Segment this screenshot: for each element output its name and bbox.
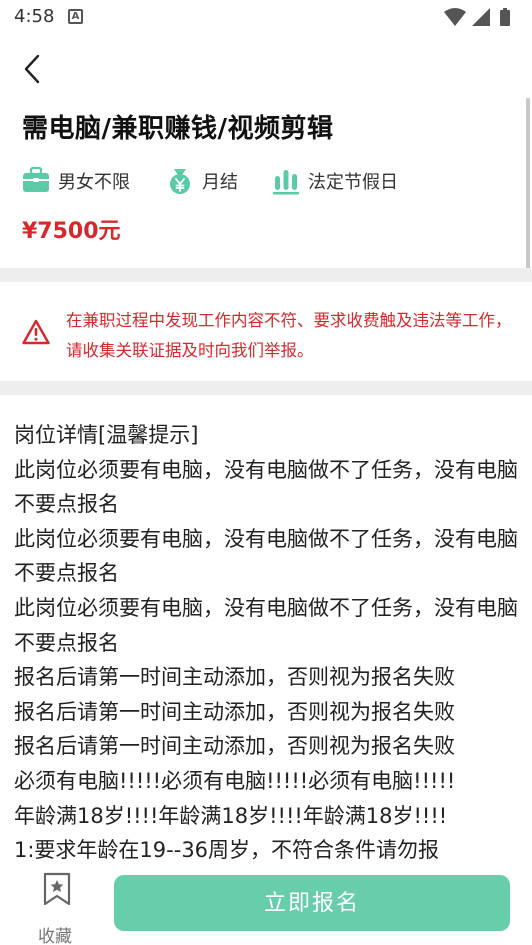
job-detail[interactable]: 岗位详情[温馨提示] 此岗位必须要有电脑，没有电脑做不了任务，没有电脑不要点报名…: [14, 418, 519, 863]
detail-line: 此岗位必须要有电脑，没有电脑做不了任务，没有电脑不要点报名: [14, 457, 518, 517]
warning-text: 在兼职过程中发现工作内容不符、要求收费触及违法等工作，请收集关联证据及时向我们举…: [66, 311, 512, 360]
warning-triangle-icon: [22, 319, 50, 349]
detail-line: 报名后请第一时间主动添加，否则视为报名失败: [14, 699, 455, 724]
tag-payment-label: 月结: [202, 172, 238, 193]
tag-holiday-label: 法定节假日: [308, 172, 398, 193]
back-arrow-icon: [24, 54, 40, 84]
back-button[interactable]: [16, 52, 50, 86]
job-title: 需电脑/兼职赚钱/视频剪辑: [22, 114, 334, 144]
favorite-label: 收藏: [38, 927, 72, 945]
section-divider: [0, 268, 532, 282]
apply-button[interactable]: 立即报名: [114, 875, 510, 931]
salary: ¥7500元: [22, 219, 121, 244]
money-bag-icon: [170, 169, 190, 194]
status-time: 4:58: [14, 6, 55, 27]
status-icons: [444, 8, 520, 32]
wifi-icon: [444, 8, 466, 26]
bottom-bar: 收藏 立即报名: [0, 862, 532, 945]
signal-icon: [472, 8, 490, 26]
notification-icon: A: [68, 9, 83, 24]
detail-line: 此岗位必须要有电脑，没有电脑做不了任务，没有电脑不要点报名: [14, 595, 518, 655]
section-divider: [0, 381, 532, 395]
detail-line: 报名后请第一时间主动添加，否则视为报名失败: [14, 665, 455, 690]
status-bar: 4:58 A: [0, 0, 532, 36]
favorite-button[interactable]: 收藏: [24, 870, 90, 945]
detail-line: 报名后请第一时间主动添加，否则视为报名失败: [14, 734, 455, 759]
job-tags: 男女不限 月结 法定节假日: [22, 166, 522, 196]
detail-line: 岗位详情[温馨提示]: [14, 423, 199, 447]
briefcase-icon: [23, 167, 49, 192]
detail-line: 此岗位必须要有电脑，没有电脑做不了任务，没有电脑不要点报名: [14, 526, 518, 586]
battery-icon: [500, 8, 510, 26]
bookmark-star-icon: [43, 872, 71, 906]
bars-icon: [273, 170, 299, 195]
detail-line: 年龄满18岁!!!!年龄满18岁!!!!年龄满18岁!!!!: [14, 803, 448, 828]
scrollbar[interactable]: [526, 98, 530, 270]
detail-line: 必须有电脑!!!!!必须有电脑!!!!!必须有电脑!!!!!: [14, 768, 456, 793]
detail-line: 1:要求年龄在19--36周岁，不符合条件请勿报: [14, 838, 440, 863]
tag-gender-label: 男女不限: [58, 172, 130, 193]
